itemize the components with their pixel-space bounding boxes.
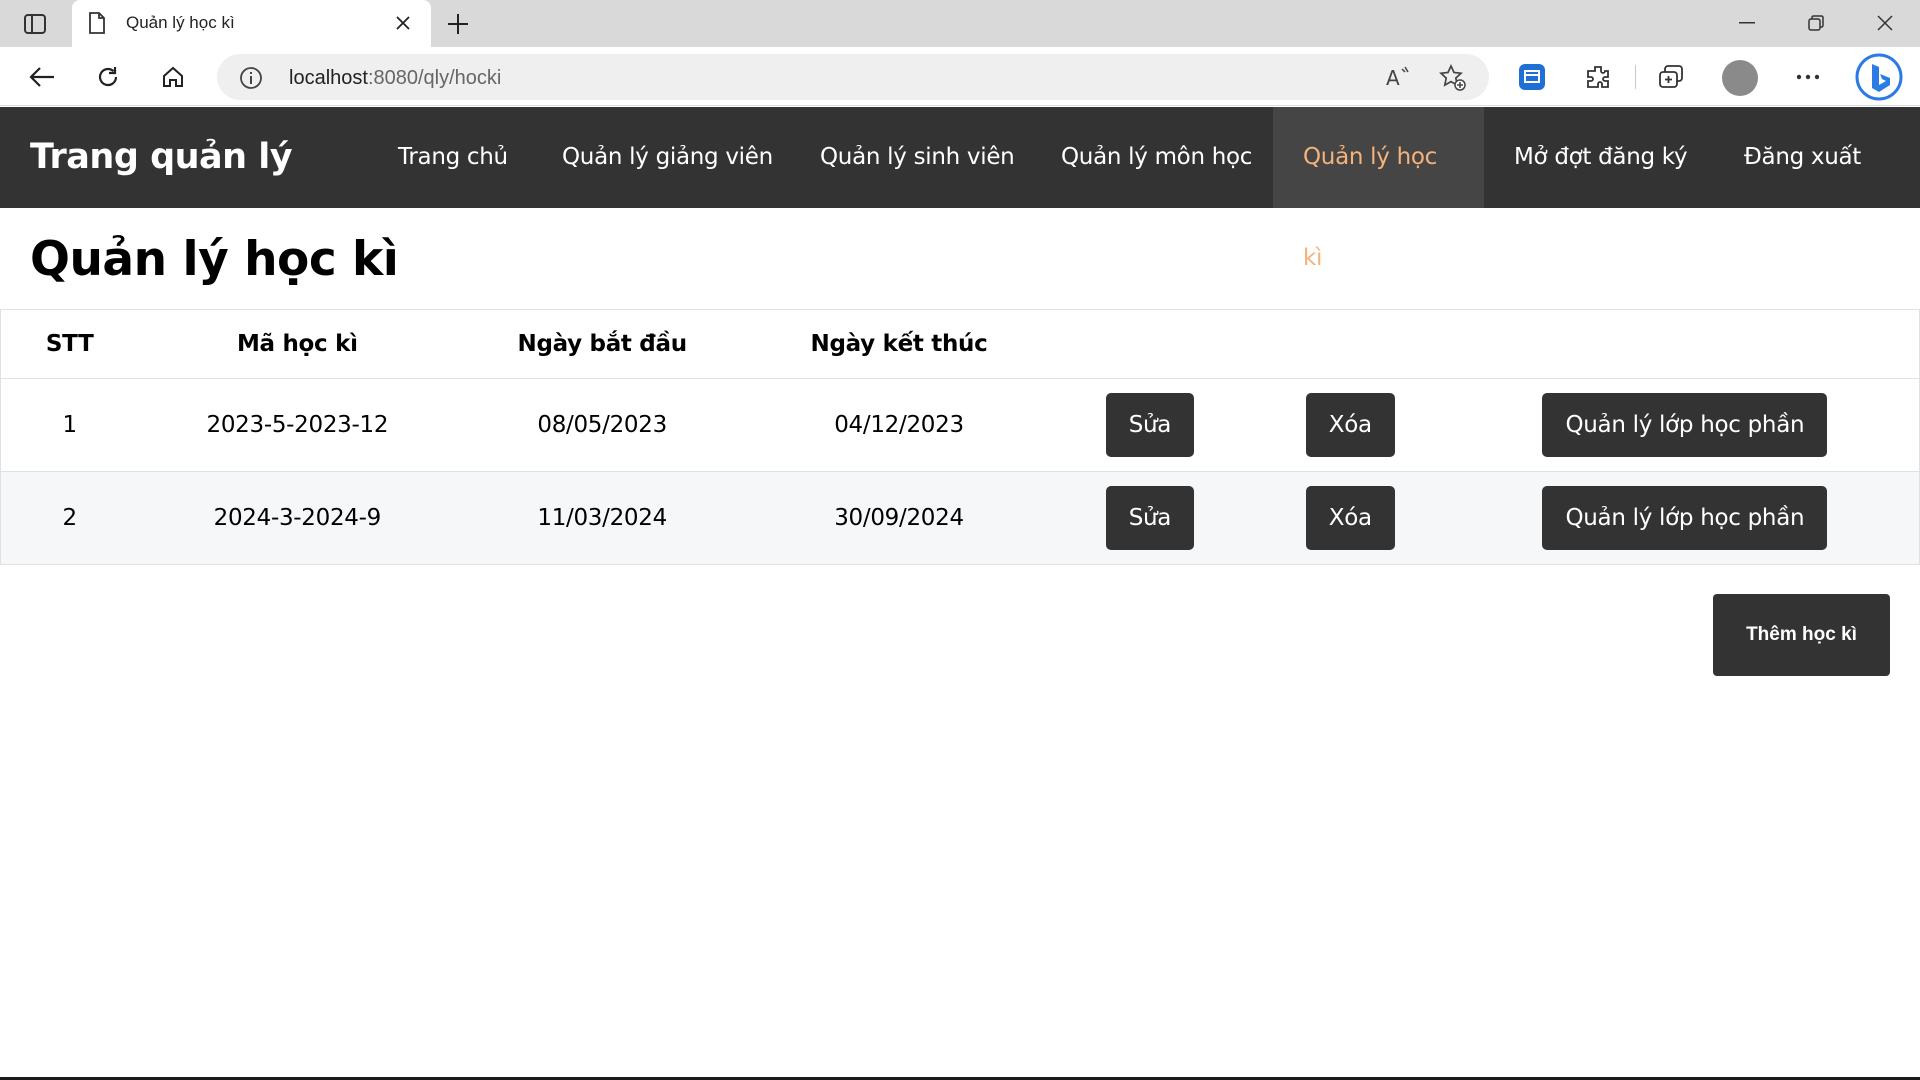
close-tab-icon[interactable] xyxy=(392,12,414,34)
home-icon[interactable] xyxy=(156,60,190,94)
header-semester-code: Mã học kì xyxy=(236,331,358,357)
restore-icon[interactable] xyxy=(1792,8,1840,38)
table-row: 1 2023-5-2023-12 08/05/2023 04/12/2023 S… xyxy=(0,379,1920,472)
nav-logout[interactable]: Đăng xuất xyxy=(1714,107,1891,208)
nav-lecturers[interactable]: Quản lý giảng viên xyxy=(532,107,803,208)
page-icon xyxy=(88,12,106,39)
read-aloud-icon[interactable]: A xyxy=(1385,65,1411,94)
cell-start-date: 08/05/2023 xyxy=(537,412,667,438)
cell-stt: 2 xyxy=(62,505,78,531)
cell-semester-code: 2024-3-2024-9 xyxy=(213,505,382,531)
toolbar-divider xyxy=(1635,65,1636,89)
cell-end-date: 30/09/2024 xyxy=(834,505,964,531)
header-empty xyxy=(1451,310,1920,379)
header-empty xyxy=(1250,310,1451,379)
tab-actions-icon[interactable] xyxy=(18,11,52,37)
site-info-icon[interactable] xyxy=(239,66,263,95)
cell-edit: Sửa xyxy=(1050,379,1250,472)
nav-subjects[interactable]: Quản lý môn học xyxy=(1031,107,1282,208)
url-text[interactable]: localhost:8080/qly/hocki xyxy=(289,67,501,90)
manage-classes-button[interactable]: Quản lý lớp học phần xyxy=(1542,486,1828,550)
nav-semesters[interactable]: Quản lý học kì xyxy=(1273,107,1484,271)
header-empty xyxy=(1050,310,1250,379)
close-window-icon[interactable] xyxy=(1861,8,1909,38)
header-end-date: Ngày kết thúc xyxy=(810,331,988,357)
table-row: 2 2024-3-2024-9 11/03/2024 30/09/2024 Sử… xyxy=(0,471,1920,565)
nav-students[interactable]: Quản lý sinh viên xyxy=(790,107,1044,208)
main-navbar: Trang quản lý Trang chủ Quản lý giảng vi… xyxy=(0,107,1920,271)
collections-icon[interactable] xyxy=(1654,60,1688,94)
cell-delete: Xóa xyxy=(1250,472,1451,565)
nav-registration[interactable]: Mở đợt đăng ký xyxy=(1484,107,1717,208)
tab-title: Quản lý học kì xyxy=(126,13,235,32)
brand-title[interactable]: Trang quản lý xyxy=(30,137,293,177)
semester-table: STT Mã học kì Ngày bắt đầu Ngày kết thúc… xyxy=(0,309,1920,565)
header-start-date: Ngày bắt đầu xyxy=(517,331,688,357)
profile-avatar[interactable] xyxy=(1722,60,1758,96)
new-tab-icon[interactable] xyxy=(444,10,472,38)
delete-button[interactable]: Xóa xyxy=(1305,393,1395,457)
extensions-icon[interactable] xyxy=(1581,60,1615,94)
cell-end-date: 04/12/2023 xyxy=(834,412,964,438)
refresh-icon[interactable] xyxy=(91,60,125,94)
cell-edit: Sửa xyxy=(1050,472,1250,565)
add-semester-button[interactable]: Thêm học kì xyxy=(1713,594,1890,676)
minimize-icon[interactable] xyxy=(1723,8,1771,38)
edit-button[interactable]: Sửa xyxy=(1105,393,1195,457)
page-title: Quản lý học kì xyxy=(30,232,399,287)
browser-toolbar: localhost:8080/qly/hocki A xyxy=(0,47,1920,106)
cell-delete: Xóa xyxy=(1250,379,1451,472)
more-options-icon[interactable] xyxy=(1791,60,1825,94)
browser-tabstrip: Quản lý học kì xyxy=(0,0,1920,48)
delete-button[interactable]: Xóa xyxy=(1305,486,1395,550)
header-stt: STT xyxy=(45,331,94,357)
cell-semester-code: 2023-5-2023-12 xyxy=(206,412,389,438)
edit-button[interactable]: Sửa xyxy=(1105,486,1195,550)
cell-manage: Quản lý lớp học phần xyxy=(1451,472,1920,565)
manage-classes-button[interactable]: Quản lý lớp học phần xyxy=(1542,393,1828,457)
table-header-row: STT Mã học kì Ngày bắt đầu Ngày kết thúc xyxy=(0,309,1920,379)
bing-copilot-icon[interactable] xyxy=(1855,53,1903,101)
add-favorite-icon[interactable] xyxy=(1439,63,1467,97)
nav-home[interactable]: Trang chủ xyxy=(368,107,538,208)
address-bar[interactable]: localhost:8080/qly/hocki A xyxy=(217,54,1489,100)
back-icon[interactable] xyxy=(25,60,59,94)
browser-tab[interactable]: Quản lý học kì xyxy=(72,0,431,48)
shield-extension-icon[interactable] xyxy=(1515,60,1549,94)
svg-text:A: A xyxy=(1386,66,1400,89)
cell-stt: 1 xyxy=(62,412,78,438)
cell-manage: Quản lý lớp học phần xyxy=(1451,379,1920,472)
cell-start-date: 11/03/2024 xyxy=(537,505,667,531)
